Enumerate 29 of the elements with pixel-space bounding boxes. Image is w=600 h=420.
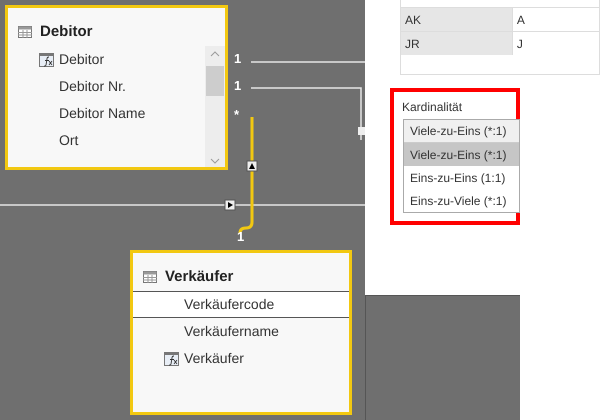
scrollbar-thumb[interactable] — [206, 66, 224, 96]
calculated-measure-icon — [164, 352, 179, 366]
field-item[interactable]: Verkäufer — [133, 345, 349, 372]
calculated-measure-icon — [39, 52, 54, 66]
field-item[interactable]: Debitor Name — [8, 100, 205, 127]
field-item[interactable]: Debitor Nr. — [8, 73, 205, 100]
field-item[interactable]: Verkäufername — [133, 318, 349, 345]
table-cell: AK — [401, 8, 513, 31]
cardinality-mark: * — [234, 108, 240, 121]
table-cell: JR — [401, 32, 513, 55]
table-card[interactable]: Verkäufer Verkäufercode Verkäufername Verkäufer — [130, 250, 352, 415]
table-name: Debitor — [40, 22, 92, 42]
scroll-up-icon[interactable] — [210, 51, 220, 57]
table-card[interactable]: Debitor Debitor Debitor Nr. Debitor Name Ort — [5, 5, 228, 170]
cardinality-dropdown[interactable]: Viele-zu-Eins (*:1) — [404, 120, 519, 143]
field-item[interactable]: Verkäufercode — [133, 291, 349, 318]
cardinality-mark: 1 — [234, 52, 242, 65]
relationship-handle — [358, 127, 365, 135]
table-icon — [143, 271, 157, 283]
table-icon — [18, 26, 32, 38]
field-item[interactable]: Ort — [8, 127, 205, 154]
dropdown-option[interactable]: Viele-zu-Eins (*:1) — [404, 143, 519, 166]
field-item[interactable]: Debitor — [8, 46, 205, 73]
table-name: Verkäufer — [165, 266, 234, 287]
cardinality-mark: 1 — [234, 79, 242, 92]
scroll-down-icon[interactable] — [210, 158, 220, 164]
cardinality-mark: 1 — [237, 230, 244, 243]
scrollbar[interactable] — [205, 46, 225, 167]
cardinality-label: Kardinalität — [402, 99, 462, 116]
